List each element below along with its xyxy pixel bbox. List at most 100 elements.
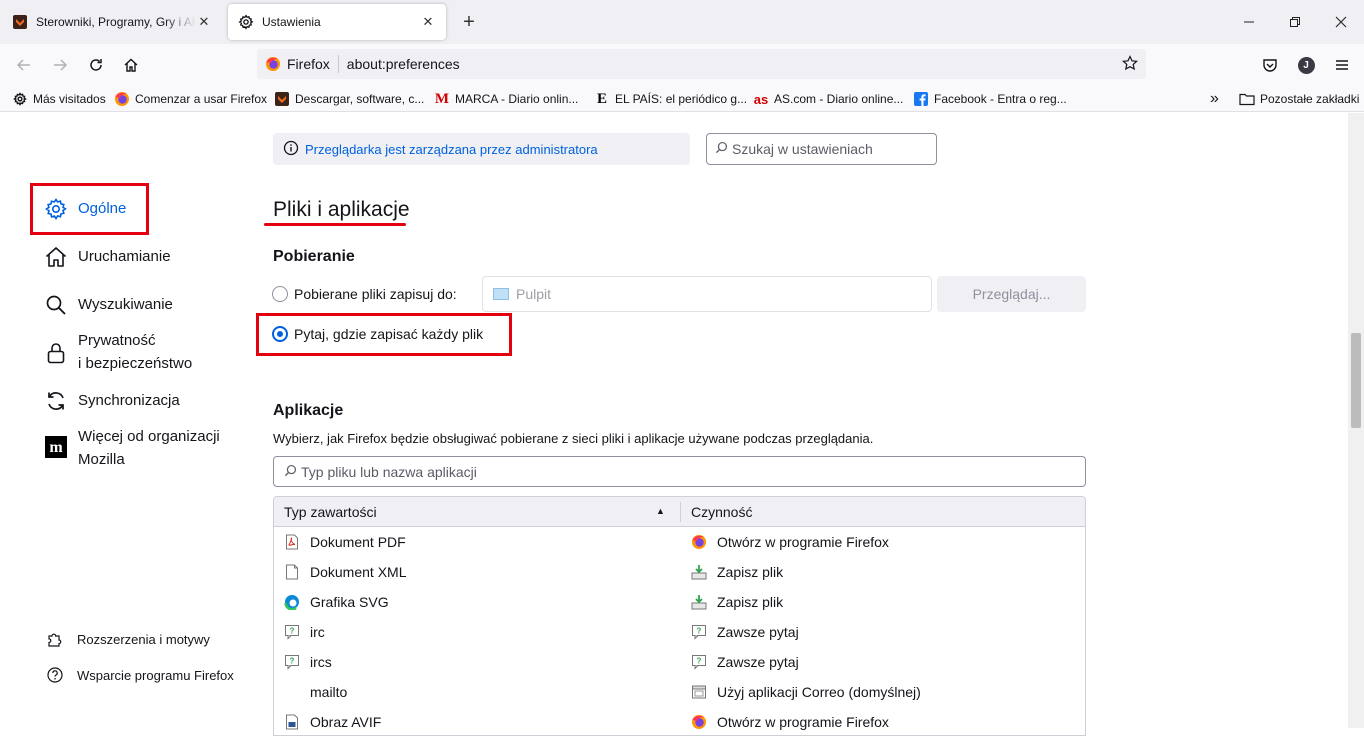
action-cell[interactable]: Użyj aplikacji Correo (domyślnej) — [691, 677, 921, 707]
radio-save-to-folder[interactable]: Pobierane pliki zapisuj do: — [272, 286, 457, 302]
radio-label: Pobierane pliki zapisuj do: — [294, 286, 457, 302]
action-label: Zapisz plik — [717, 564, 784, 580]
desktop-folder-icon — [493, 288, 509, 300]
action-label: Zapisz plik — [717, 594, 784, 610]
account-button[interactable]: J — [1292, 52, 1320, 78]
sidebar-item-label: Więcej od organizacji Mozilla — [78, 425, 220, 471]
action-cell[interactable]: Otwórz w programie Firefox — [691, 707, 889, 735]
bookmark-mas-visitados[interactable]: Más visitados — [12, 90, 106, 108]
table-row[interactable]: Obraz AVIF Otwórz w programie Firefox — [274, 707, 1085, 735]
bookmark-star-icon[interactable] — [1122, 55, 1138, 76]
url-text[interactable]: about:preferences — [347, 56, 460, 72]
applications-description: Wybierz, jak Firefox będzie obsługiwać p… — [273, 431, 874, 446]
other-bookmarks-folder[interactable]: Pozostałe zakładki — [1239, 90, 1359, 108]
url-bar[interactable]: Firefox about:preferences — [257, 49, 1146, 79]
content-type-cell: Dokument PDF — [284, 527, 406, 557]
page-scrollbar[interactable] — [1348, 113, 1364, 728]
bookmark-label: Facebook - Entra o reg... — [934, 92, 1067, 106]
chat-icon: ? — [284, 654, 300, 670]
mozilla-label-line1: Więcej od organizacji — [78, 428, 220, 445]
bookmark-label: EL PAÍS: el periódico g... — [615, 92, 748, 106]
table-row[interactable]: Dokument XML Zapisz plik — [274, 557, 1085, 587]
sidebar-extensions-link[interactable]: Rozszerzenia i motywy — [46, 630, 210, 648]
facebook-icon — [913, 91, 929, 107]
action-cell[interactable]: ? Zawsze pytaj — [691, 617, 799, 647]
pocket-button[interactable] — [1256, 52, 1284, 78]
content-type-label: ircs — [310, 654, 332, 670]
bookmark-elpais[interactable]: E EL PAÍS: el periódico g... — [594, 90, 747, 108]
sidebar-support-link[interactable]: Wsparcie programu Firefox — [46, 666, 234, 684]
bookmark-comenzar-firefox[interactable]: Comenzar a usar Firefox — [114, 90, 267, 108]
reload-button[interactable] — [82, 52, 110, 78]
tab-softonic[interactable]: Sterowniki, Programy, Gry i Aktualności … — [4, 4, 220, 40]
content-type-label: Dokument PDF — [310, 534, 406, 550]
highlight-underline — [264, 223, 406, 226]
sort-ascending-icon: ▲ — [656, 506, 665, 516]
bookmarks-toolbar: Más visitados Comenzar a usar Firefox De… — [0, 86, 1364, 112]
file-icon — [284, 564, 300, 580]
search-placeholder: Szukaj w ustawieniach — [732, 141, 873, 157]
action-cell[interactable]: Zapisz plik — [691, 587, 783, 617]
mozilla-label-line2: Mozilla — [78, 451, 125, 468]
content-type-cell: Grafika SVG — [284, 587, 389, 617]
action-cell[interactable]: Zapisz plik — [691, 557, 783, 587]
table-row[interactable]: ? ircs ? Zawsze pytaj — [274, 647, 1085, 677]
svg-text:?: ? — [697, 627, 702, 636]
action-cell[interactable]: Otwórz w programie Firefox — [691, 527, 889, 557]
sidebar-item-mozilla[interactable]: m Więcej od organizacji Mozilla — [44, 425, 220, 471]
radio-button[interactable] — [272, 286, 288, 302]
action-label: Użyj aplikacji Correo (domyślnej) — [717, 684, 921, 700]
firefox-icon — [114, 91, 130, 107]
close-tab-icon[interactable]: ✕ — [420, 14, 436, 30]
chevron-double-right-icon: » — [1210, 90, 1219, 107]
table-row[interactable]: Grafika SVG Zapisz plik — [274, 587, 1085, 617]
home-button[interactable] — [117, 52, 145, 78]
close-tab-icon[interactable]: ✕ — [196, 14, 212, 30]
hamburger-menu-icon — [1336, 60, 1348, 70]
new-tab-button[interactable]: + — [458, 11, 480, 33]
bookmark-softonic[interactable]: Descargar, software, c... — [274, 90, 424, 108]
svg-text:?: ? — [697, 657, 702, 666]
tab-settings[interactable]: Ustawienia ✕ — [228, 4, 446, 40]
applications-table: Typ zawartości ▲ Czynność Dokument PDF O… — [273, 496, 1086, 736]
sidebar-item-home[interactable]: Uruchamianie — [44, 245, 171, 269]
bookmarks-overflow-button[interactable]: » — [1210, 90, 1219, 108]
sidebar-item-sync[interactable]: Synchronizacja — [44, 389, 180, 413]
forward-button[interactable] — [46, 52, 74, 78]
content-type-label: Dokument XML — [310, 564, 407, 580]
sidebar-link-label: Rozszerzenia i motywy — [77, 631, 210, 647]
gear-icon — [12, 91, 28, 107]
menu-button[interactable] — [1328, 52, 1356, 78]
content-type-cell: ? irc — [284, 617, 325, 647]
identity-box[interactable]: Firefox — [265, 56, 330, 72]
application-filter-input[interactable]: Typ pliku lub nazwa aplikacji — [273, 456, 1086, 487]
sidebar-item-privacy[interactable]: Prywatność i bezpieczeństwo — [44, 329, 192, 375]
scrollbar-thumb[interactable] — [1351, 333, 1361, 428]
minimize-button[interactable] — [1226, 0, 1272, 44]
content-type-label: irc — [310, 624, 325, 640]
back-button[interactable] — [10, 52, 38, 78]
reload-icon — [90, 59, 102, 71]
arrow-right-icon — [54, 59, 68, 71]
table-row[interactable]: Dokument PDF Otwórz w programie Firefox — [274, 527, 1085, 557]
sidebar-item-label: Uruchamianie — [78, 248, 171, 265]
action-label: Zawsze pytaj — [717, 624, 799, 640]
policy-notice-link[interactable]: Przeglądarka jest zarządzana przez admin… — [273, 133, 690, 165]
column-header-action[interactable]: Czynność — [691, 504, 752, 520]
bookmark-marca[interactable]: M MARCA - Diario onlin... — [434, 90, 578, 108]
download-folder-field: Pulpit — [482, 276, 932, 312]
table-row[interactable]: ? irc ? Zawsze pytaj — [274, 617, 1085, 647]
bookmark-as[interactable]: as AS.com - Diario online... — [753, 90, 904, 108]
search-icon — [284, 464, 297, 480]
browse-button[interactable]: Przeglądaj... — [937, 276, 1086, 312]
close-window-button[interactable] — [1318, 0, 1364, 44]
tab-title: Ustawienia — [262, 15, 321, 29]
search-settings-input[interactable]: Szukaj w ustawieniach — [706, 133, 937, 165]
restore-button[interactable] — [1272, 0, 1318, 44]
action-cell[interactable]: ? Zawsze pytaj — [691, 647, 799, 677]
table-row[interactable]: mailto Użyj aplikacji Correo (domyślnej) — [274, 677, 1085, 707]
sidebar-item-search[interactable]: Wyszukiwanie — [44, 293, 173, 317]
svg-text:?: ? — [290, 627, 295, 636]
bookmark-facebook[interactable]: Facebook - Entra o reg... — [913, 90, 1067, 108]
column-header-content-type[interactable]: Typ zawartości — [284, 504, 377, 520]
